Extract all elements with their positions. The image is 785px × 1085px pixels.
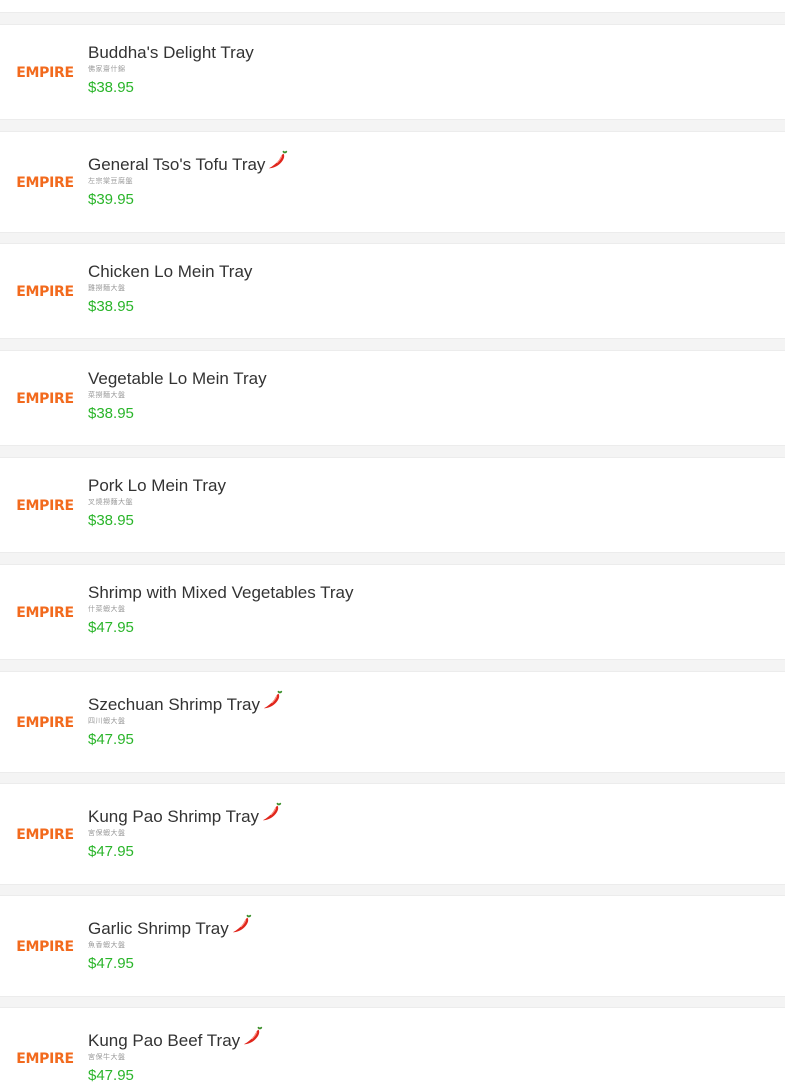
menu-item-chinese-name: 菜撈麵大盤 (88, 391, 126, 399)
menu-item-name-row: Chicken Lo Mein Tray (88, 258, 769, 282)
menu-item-name: Shrimp with Mixed Vegetables Tray (88, 583, 354, 602)
menu-item[interactable]: EMPIRE Chicken Lo Mein Tray 雞撈麵大盤 $38.95 (0, 243, 785, 339)
menu-item-price: $38.95 (88, 512, 134, 529)
empire-logo: EMPIRE (16, 498, 74, 514)
chili-pepper-icon (262, 802, 282, 821)
menu-item[interactable]: EMPIRE General Tso's Tofu Tray 左宗棠豆腐盤 $39.9… (0, 131, 785, 233)
empire-logo: EMPIRE (16, 65, 74, 81)
menu-item[interactable]: EMPIRE Vegetable Lo Mein Tray 菜撈麵大盤 $38.95 (0, 350, 785, 446)
menu-item-name-row: Kung Pao Shrimp Tray (88, 802, 769, 827)
menu-item-name: Pork Lo Mein Tray (88, 476, 226, 495)
menu-item-price: $47.95 (88, 843, 134, 860)
empire-logo: EMPIRE (16, 827, 74, 843)
menu-item-name-row: General Tso's Tofu Tray (88, 150, 769, 175)
menu-item-info: Kung Pao Shrimp Tray 宮保蝦大盤 $47.95 (88, 802, 769, 861)
previous-item-stub (0, 0, 785, 13)
menu-item-info: Kung Pao Beef Tray 宮保牛大盤 $47.95 (88, 1026, 769, 1085)
menu-item-name: Buddha's Delight Tray (88, 43, 254, 62)
menu-item-price: $47.95 (88, 731, 134, 748)
menu-item-price: $47.95 (88, 955, 134, 972)
menu-item-price: $47.95 (88, 1067, 134, 1084)
menu-item-price: $47.95 (88, 619, 134, 636)
menu-item[interactable]: EMPIRE Buddha's Delight Tray 佛家齋什錦 $38.95 (0, 24, 785, 120)
menu-item-chinese-name: 魚香蝦大盤 (88, 941, 126, 949)
empire-logo: EMPIRE (16, 605, 74, 621)
menu-item-name: Szechuan Shrimp Tray (88, 695, 260, 714)
menu-item-name-row: Vegetable Lo Mein Tray (88, 365, 769, 389)
empire-logo: EMPIRE (16, 391, 74, 407)
menu-item-name: Kung Pao Shrimp Tray (88, 807, 260, 826)
chili-pepper-icon (243, 1026, 263, 1045)
chili-pepper-icon (269, 150, 288, 169)
menu-item-info: Buddha's Delight Tray 佛家齋什錦 $38.95 (88, 39, 769, 97)
menu-item-name-row: Szechuan Shrimp Tray (88, 690, 769, 715)
menu-item-name-row: Shrimp with Mixed Vegetables Tray (88, 579, 769, 603)
menu-item-info: Szechuan Shrimp Tray 四川蝦大盤 $47.95 (88, 690, 769, 749)
menu-item-price: $38.95 (88, 298, 134, 315)
chili-pepper-icon (263, 690, 283, 709)
menu-item-name: Garlic Shrimp Tray (88, 919, 229, 938)
menu-item-price: $39.95 (88, 191, 134, 208)
menu-item-info: Pork Lo Mein Tray 叉燒撈麵大盤 $38.95 (88, 472, 769, 530)
menu-item-info: General Tso's Tofu Tray 左宗棠豆腐盤 $39.95 (88, 150, 769, 209)
menu-item-price: $38.95 (88, 405, 134, 422)
menu-item-name: Vegetable Lo Mein Tray (88, 369, 267, 388)
menu-item-chinese-name: 宮保牛大盤 (88, 1053, 126, 1061)
menu-item[interactable]: EMPIRE Szechuan Shrimp Tray 四川蝦大盤 $47.95 (0, 671, 785, 773)
menu-item-chinese-name: 佛家齋什錦 (88, 65, 126, 73)
menu-item-name: Kung Pao Beef Tray (88, 1031, 241, 1050)
menu-item-name: General Tso's Tofu Tray (88, 155, 266, 174)
chili-pepper-icon (232, 914, 251, 933)
menu-item[interactable]: EMPIRE Shrimp with Mixed Vegetables Tray 什… (0, 564, 785, 660)
empire-logo: EMPIRE (16, 939, 74, 955)
menu-item-chinese-name: 四川蝦大盤 (88, 717, 126, 725)
empire-logo: EMPIRE (16, 1051, 74, 1067)
menu-item[interactable]: EMPIRE Garlic Shrimp Tray 魚香蝦大盤 $47.95 (0, 895, 785, 997)
menu-item-chinese-name: 叉燒撈麵大盤 (88, 498, 133, 506)
menu-item-name-row: Kung Pao Beef Tray (88, 1026, 769, 1051)
empire-logo: EMPIRE (16, 175, 74, 191)
menu-item-list: EMPIRE Buddha's Delight Tray 佛家齋什錦 $38.95 EM… (0, 0, 785, 1085)
menu-item-info: Chicken Lo Mein Tray 雞撈麵大盤 $38.95 (88, 258, 769, 316)
menu-item-chinese-name: 雞撈麵大盤 (88, 284, 126, 292)
menu-item-name-row: Pork Lo Mein Tray (88, 472, 769, 496)
menu-item-chinese-name: 什菜蝦大盤 (88, 605, 126, 613)
menu-item[interactable]: EMPIRE Pork Lo Mein Tray 叉燒撈麵大盤 $38.95 (0, 457, 785, 553)
menu-item[interactable]: EMPIRE Kung Pao Beef Tray 宮保牛大盤 $47.95 (0, 1007, 785, 1085)
menu-item[interactable]: EMPIRE Kung Pao Shrimp Tray 宮保蝦大盤 $47.95 (0, 783, 785, 885)
menu-item-info: Garlic Shrimp Tray 魚香蝦大盤 $47.95 (88, 914, 769, 973)
menu-item-info: Shrimp with Mixed Vegetables Tray 什菜蝦大盤 $4… (88, 579, 769, 637)
menu-item-name-row: Garlic Shrimp Tray (88, 914, 769, 939)
menu-item-price: $38.95 (88, 79, 134, 96)
menu-item-name: Chicken Lo Mein Tray (88, 262, 253, 281)
empire-logo: EMPIRE (16, 715, 74, 731)
menu-item-chinese-name: 左宗棠豆腐盤 (88, 177, 133, 185)
empire-logo: EMPIRE (16, 284, 74, 300)
menu-item-name-row: Buddha's Delight Tray (88, 39, 769, 63)
menu-item-info: Vegetable Lo Mein Tray 菜撈麵大盤 $38.95 (88, 365, 769, 423)
menu-item-chinese-name: 宮保蝦大盤 (88, 829, 126, 837)
